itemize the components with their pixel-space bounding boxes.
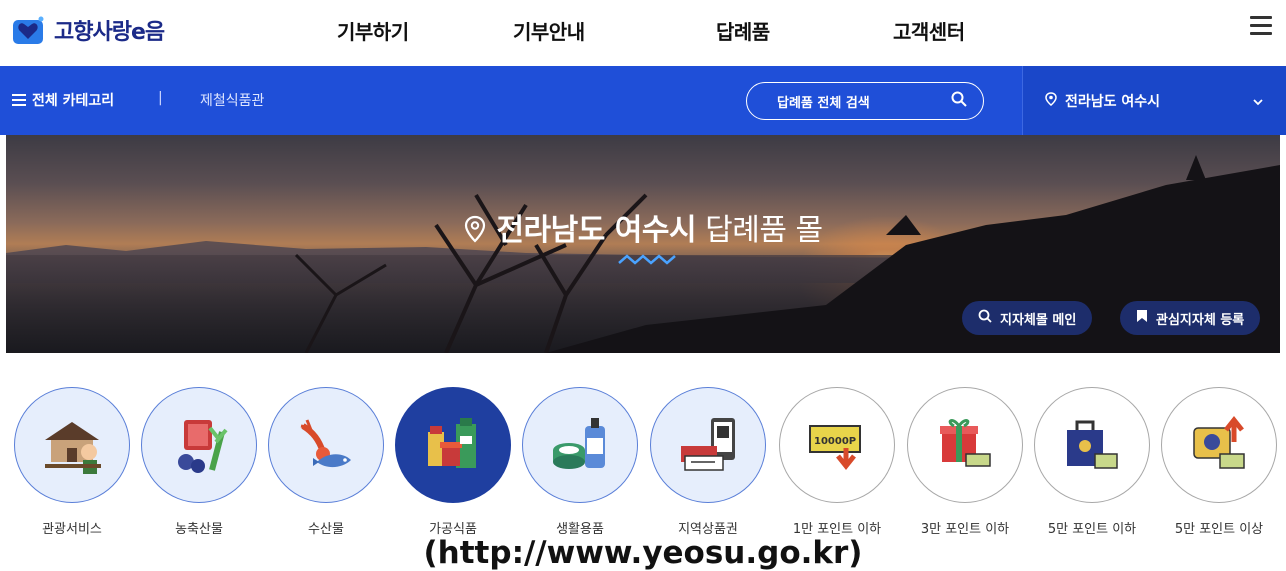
category-farm[interactable]: 농축산물 bbox=[138, 387, 260, 537]
local-mall-main-button[interactable]: 지자체몰 메인 bbox=[962, 301, 1093, 335]
wave-decoration-icon bbox=[618, 254, 676, 265]
search-icon[interactable] bbox=[951, 91, 967, 111]
seafood-icon bbox=[268, 387, 384, 503]
location-pin-icon bbox=[463, 213, 496, 248]
site-logo[interactable]: 고향사랑e음 bbox=[12, 14, 165, 46]
all-category-label: 전체 카테고리 bbox=[32, 93, 115, 109]
source-url-caption: (http://www.yeosu.go.kr) bbox=[0, 535, 1286, 571]
seasonal-food-link[interactable]: 제철식품관 bbox=[200, 90, 264, 110]
region-selector[interactable]: 전라남도 여수시 bbox=[1022, 66, 1286, 135]
search-label: 답례품 전체 검색 bbox=[777, 95, 870, 111]
nav-customer-center[interactable]: 고객센터 bbox=[893, 16, 965, 45]
tour-icon bbox=[14, 387, 130, 503]
region-current[interactable]: 전라남도 여수시 bbox=[1045, 91, 1160, 111]
premium-gift-icon bbox=[1161, 387, 1277, 503]
category-processed-food[interactable]: 가공식품 bbox=[392, 387, 514, 537]
home-search-icon bbox=[978, 309, 992, 327]
banner-suffix: 답례품 몰 bbox=[705, 213, 823, 248]
menu-icon[interactable] bbox=[1250, 16, 1272, 36]
category-bar: 전체 카테고리 | 제철식품관 답례품 전체 검색 전라남도 여수시 bbox=[0, 66, 1286, 135]
farm-icon bbox=[141, 387, 257, 503]
processed-food-icon bbox=[395, 387, 511, 503]
category-list: 관광서비스 농축산물 수산물 가공식품 생활용품 지역상품권 10000P 1만… bbox=[0, 387, 1286, 537]
category-voucher[interactable]: 지역상품권 bbox=[647, 387, 769, 537]
banner-title: 전라남도 여수시 답례품 몰 bbox=[6, 205, 1280, 249]
category-points-50k-over[interactable]: 5만 포인트 이상 bbox=[1158, 387, 1280, 537]
svg-text:10000P: 10000P bbox=[814, 436, 856, 447]
logo-text: 고향사랑e음 bbox=[54, 20, 165, 45]
category-seafood[interactable]: 수산물 bbox=[265, 387, 387, 537]
banner-region: 전라남도 여수시 bbox=[496, 213, 697, 248]
voucher-icon bbox=[650, 387, 766, 503]
points-icon: 10000P bbox=[779, 387, 895, 503]
register-favorite-button[interactable]: 관심지자체 등록 bbox=[1120, 301, 1261, 335]
divider: | bbox=[158, 90, 163, 106]
list-icon bbox=[12, 94, 26, 106]
nav-gifts[interactable]: 답례품 bbox=[716, 16, 770, 45]
nav-donation-guide[interactable]: 기부안내 bbox=[513, 16, 585, 45]
heart-logo-icon bbox=[12, 15, 46, 45]
gift-search-box[interactable]: 답례품 전체 검색 bbox=[746, 82, 984, 120]
all-category-button[interactable]: 전체 카테고리 bbox=[12, 90, 114, 110]
top-header: 고향사랑e음 기부하기 기부안내 답례품 고객센터 bbox=[0, 0, 1286, 66]
region-label: 전라남도 여수시 bbox=[1065, 94, 1161, 110]
local-mall-main-label: 지자체몰 메인 bbox=[1000, 312, 1077, 328]
category-tour[interactable]: 관광서비스 bbox=[11, 387, 133, 537]
category-points-30k[interactable]: 3만 포인트 이하 bbox=[904, 387, 1026, 537]
register-favorite-label: 관심지자체 등록 bbox=[1156, 312, 1245, 328]
location-pin-icon bbox=[1045, 92, 1057, 110]
gift-icon bbox=[907, 387, 1023, 503]
household-icon bbox=[522, 387, 638, 503]
region-banner: 전라남도 여수시 답례품 몰 지자체몰 메인 관심지자체 등록 bbox=[6, 135, 1280, 353]
chevron-down-icon[interactable] bbox=[1252, 92, 1264, 111]
bag-icon bbox=[1034, 387, 1150, 503]
category-household[interactable]: 생활용품 bbox=[519, 387, 641, 537]
bookmark-icon bbox=[1136, 309, 1148, 327]
nav-donate[interactable]: 기부하기 bbox=[337, 16, 409, 45]
category-points-10k[interactable]: 10000P 1만 포인트 이하 bbox=[776, 387, 898, 537]
category-points-50k-under[interactable]: 5만 포인트 이하 bbox=[1031, 387, 1153, 537]
